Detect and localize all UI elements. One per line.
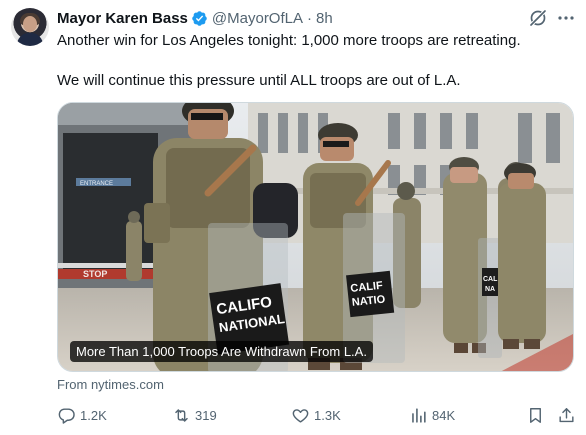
- author-name[interactable]: Mayor Karen Bass: [57, 10, 188, 27]
- tweet-text: Another win for Los Angeles tonight: 1,0…: [57, 31, 572, 91]
- like-button[interactable]: 1.3K: [291, 403, 341, 427]
- shield-right-text: NA: [485, 286, 495, 293]
- card-source[interactable]: From nytimes.com: [57, 377, 164, 392]
- reply-count: 1.2K: [80, 407, 107, 423]
- timestamp[interactable]: 8h: [316, 10, 333, 27]
- views-count: 84K: [432, 407, 456, 423]
- avatar-face: [23, 16, 37, 32]
- grok-icon[interactable]: [528, 8, 548, 28]
- retweet-button[interactable]: 319: [172, 403, 217, 427]
- avatar-body: [17, 33, 43, 46]
- troops-photo: ENTRANCE STOP CAL NA CALIF NATIO CALIFO …: [58, 103, 573, 371]
- reply-icon: [58, 407, 75, 424]
- sign-stop: STOP: [83, 269, 107, 279]
- sign-entrance: ENTRANCE: [80, 181, 113, 187]
- like-count: 1.3K: [314, 407, 341, 423]
- views-icon: [412, 407, 426, 423]
- views-button[interactable]: 84K: [409, 403, 455, 427]
- tweet-paragraph: Another win for Los Angeles tonight: 1,0…: [57, 32, 521, 49]
- bookmark-button[interactable]: [526, 403, 549, 427]
- like-icon: [292, 408, 309, 423]
- tweet[interactable]: Mayor Karen Bass @MayorOfLA · 8h Another…: [0, 0, 586, 435]
- reply-button[interactable]: 1.2K: [57, 403, 107, 427]
- retweet-count: 319: [195, 407, 217, 423]
- action-bar: 1.2K 319 1.3K 84K: [57, 403, 577, 427]
- share-button[interactable]: [557, 403, 580, 427]
- bookmark-icon: [530, 407, 541, 423]
- share-icon: [559, 407, 574, 422]
- verified-icon: [191, 10, 208, 27]
- tweet-paragraph: We will continue this pressure until ALL…: [57, 72, 461, 89]
- tweet-header: Mayor Karen Bass @MayorOfLA · 8h: [57, 8, 333, 28]
- soldier-right: [498, 163, 546, 349]
- author-handle[interactable]: @MayorOfLA: [212, 10, 303, 27]
- separator-dot: ·: [307, 9, 312, 27]
- more-icon[interactable]: [556, 8, 576, 28]
- shield-right-text: CAL: [483, 276, 498, 283]
- link-card-image[interactable]: ENTRANCE STOP CAL NA CALIF NATIO CALIFO …: [57, 102, 574, 372]
- card-caption[interactable]: More Than 1,000 Troops Are Withdrawn Fro…: [70, 341, 373, 362]
- retweet-icon: [175, 408, 188, 422]
- avatar[interactable]: [11, 8, 49, 46]
